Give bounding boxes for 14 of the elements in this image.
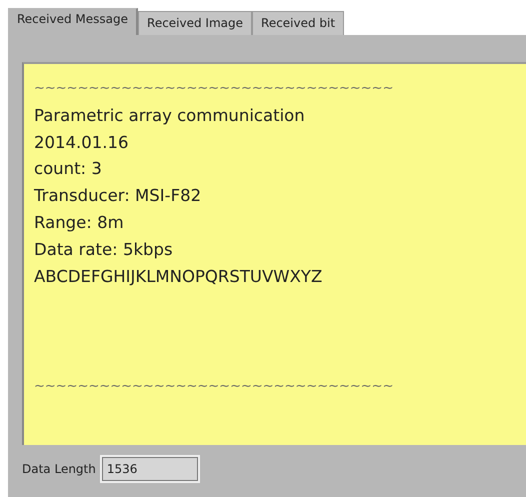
message-line: ABCDEFGHIJKLMNOPQRSTUVWXYZ	[34, 266, 322, 288]
message-line: Data rate: 5kbps	[34, 238, 173, 261]
message-line: 2014.01.16	[34, 132, 128, 154]
tab[interactable]: Received bit	[252, 11, 344, 35]
message-line: Transducer: MSI-F82	[34, 185, 202, 208]
message-line: Parametric array communication	[34, 104, 305, 127]
separator-line: ~~~~~~~~~~~~~~~~~~~~~~~~~~~~~~~~~	[34, 378, 394, 396]
message-line: count: 3	[34, 158, 102, 180]
tab[interactable]: Received Message	[8, 8, 138, 35]
field-label: Data Length	[22, 461, 96, 478]
data-length-field[interactable]: 1536	[102, 457, 198, 481]
separator-line: ~~~~~~~~~~~~~~~~~~~~~~~~~~~~~~~~~	[34, 80, 394, 98]
message-line: Range: 8m	[34, 212, 124, 234]
tab[interactable]: Received Image	[138, 11, 252, 35]
